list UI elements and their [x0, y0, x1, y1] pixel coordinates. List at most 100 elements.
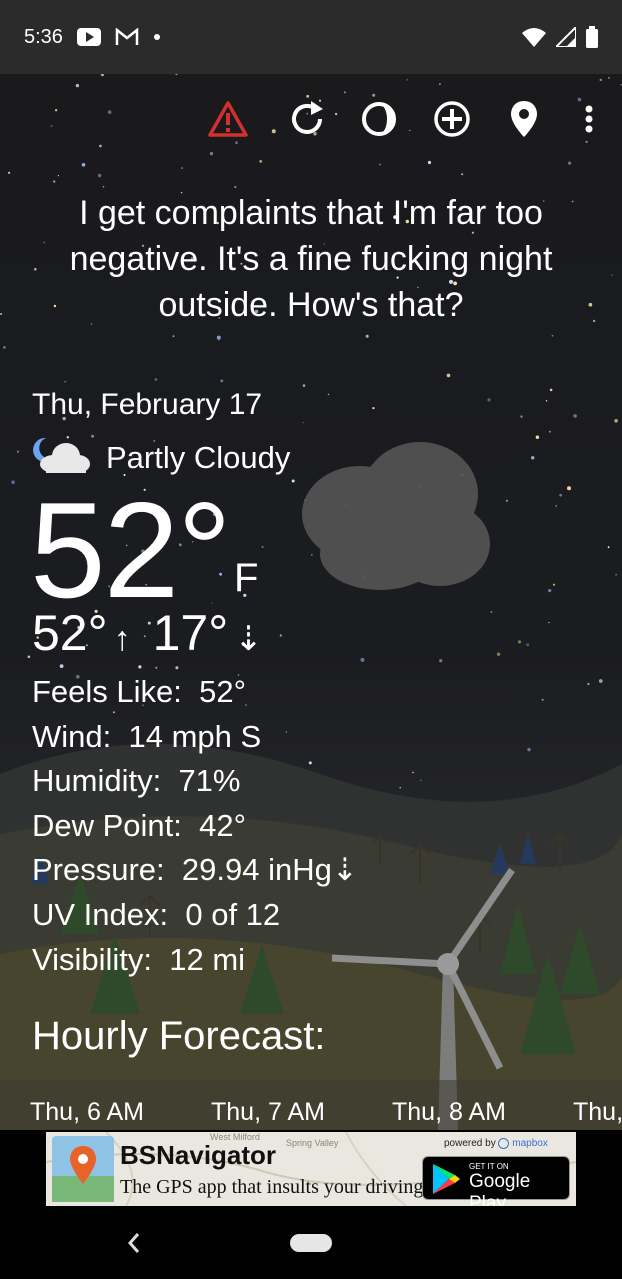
star: [75, 83, 80, 88]
status-bar: 5:36: [0, 0, 622, 74]
more-vert-icon[interactable]: [566, 96, 612, 142]
star: [461, 173, 464, 176]
detail-pressure: Pressure: 29.94 inHg⇣: [32, 852, 358, 888]
refresh-icon[interactable]: [284, 96, 330, 142]
ad-banner[interactable]: West Milford Spring Valley BSNavigator T…: [46, 1132, 576, 1206]
star: [399, 787, 401, 789]
powered-by-mapbox: powered by mapbox: [444, 1138, 548, 1150]
weather-background: I get complaints that I'm far too negati…: [0, 74, 622, 1130]
youtube-icon: [76, 28, 101, 46]
hourly-forecast-strip[interactable]: Thu, 6 AM Thu, 7 AM Thu, 8 AM Thu,: [0, 1080, 622, 1130]
star: [446, 373, 451, 378]
star: [587, 682, 590, 686]
star: [527, 747, 531, 752]
star: [220, 379, 224, 383]
location-pin-icon[interactable]: [501, 96, 547, 142]
star: [360, 657, 365, 662]
star: [379, 163, 381, 166]
ad-area: West Milford Spring Valley BSNavigator T…: [0, 1130, 622, 1208]
star: [549, 430, 551, 433]
star: [0, 313, 3, 315]
star: [412, 771, 414, 774]
star: [261, 546, 264, 548]
detail-uv-index: UV Index: 0 of 12: [32, 896, 281, 932]
theme-icon[interactable]: [356, 96, 402, 142]
high-low-temps: 52° ↑ 17° ⇣: [32, 604, 263, 662]
star: [259, 160, 263, 163]
high-arrow-icon: ↑: [113, 620, 131, 658]
star: [181, 167, 183, 169]
star: [568, 161, 572, 165]
star: [27, 655, 31, 659]
star: [59, 664, 64, 668]
star: [551, 334, 554, 337]
star: [549, 388, 553, 392]
map-label: Spring Valley: [286, 1138, 339, 1148]
star: [64, 380, 67, 383]
navigation-bar: [0, 1208, 622, 1279]
star: [172, 335, 175, 338]
star: [559, 493, 562, 497]
hourly-item[interactable]: Thu, 6 AM: [30, 1098, 144, 1127]
star: [154, 378, 158, 381]
star: [327, 393, 330, 396]
star: [490, 610, 493, 613]
hourly-item[interactable]: Thu, 7 AM: [211, 1098, 325, 1127]
star: [302, 421, 304, 424]
warning-icon[interactable]: [205, 96, 251, 142]
star: [535, 435, 540, 439]
star: [97, 173, 102, 178]
ad-title: BSNavigator: [120, 1140, 277, 1170]
star: [531, 456, 535, 460]
star: [175, 666, 179, 670]
star: [548, 589, 552, 593]
add-location-icon[interactable]: [429, 96, 475, 142]
toolbar: [0, 96, 622, 146]
cloud-illustration: [302, 442, 490, 590]
hourly-item[interactable]: Thu,: [573, 1098, 622, 1127]
low-temp: 17°: [152, 605, 229, 661]
google-play-icon: [431, 1163, 461, 1200]
store-name: Google Play: [469, 1171, 531, 1206]
temperature-unit: F: [234, 556, 259, 600]
detail-visibility: Visibility: 12 mi: [32, 941, 246, 977]
hourly-item[interactable]: Thu, 8 AM: [392, 1098, 506, 1127]
battery-icon: [586, 26, 598, 48]
high-temp: 52°: [32, 605, 108, 661]
star: [439, 659, 443, 663]
star: [487, 398, 491, 402]
star: [427, 160, 432, 165]
star: [372, 407, 375, 410]
star: [406, 79, 408, 81]
star: [100, 74, 104, 77]
star: [496, 652, 501, 656]
hourly-forecast-title: Hourly Forecast:: [32, 1014, 326, 1058]
star: [526, 643, 530, 647]
star: [505, 499, 508, 502]
detail-humidity: Humidity: 71%: [32, 763, 241, 799]
star: [598, 679, 603, 683]
status-time: 5:36: [24, 25, 63, 48]
star: [302, 384, 306, 387]
bsnavigator-logo-icon: [52, 1136, 114, 1206]
store-small-label: GET IT ON: [469, 1162, 509, 1171]
star: [155, 666, 158, 669]
star: [279, 634, 282, 637]
low-arrow-icon: ⇣: [234, 620, 263, 658]
star: [3, 346, 6, 349]
star: [311, 554, 313, 556]
star: [614, 419, 618, 423]
back-icon[interactable]: [124, 1230, 144, 1261]
star: [102, 186, 105, 188]
star: [138, 665, 142, 669]
ad-subtitle: The GPS app that insults your driving.: [120, 1176, 429, 1198]
detail-feels-like: Feels Like: 52°: [32, 674, 247, 709]
home-button[interactable]: [290, 1234, 332, 1252]
star: [615, 573, 617, 576]
google-play-badge[interactable]: GET IT ON Google Play: [422, 1156, 570, 1206]
signal-icon: [556, 27, 576, 47]
star: [53, 180, 56, 183]
detail-wind: Wind: 14 mph S: [32, 718, 262, 754]
star: [234, 185, 237, 189]
star: [209, 152, 214, 156]
